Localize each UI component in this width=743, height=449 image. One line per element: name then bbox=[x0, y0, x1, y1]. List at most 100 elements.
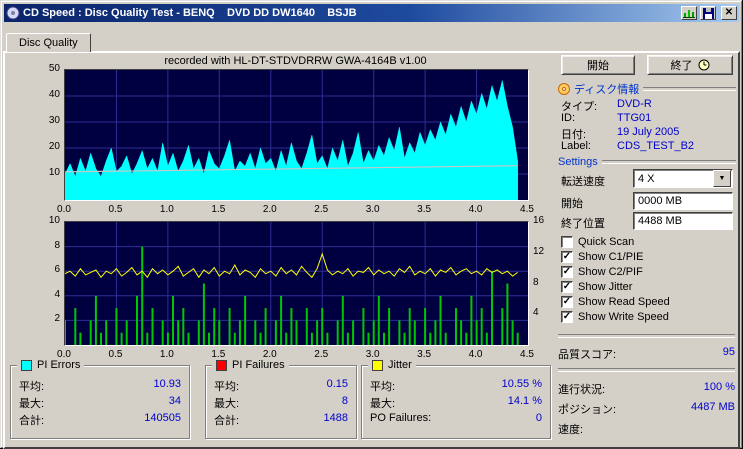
separator bbox=[558, 334, 735, 338]
disc-label-label: Label: bbox=[561, 140, 591, 152]
disc-info-icon bbox=[558, 83, 570, 95]
checkbox-box[interactable]: ✓ bbox=[561, 251, 573, 263]
y-axis-right-tick: 8 bbox=[533, 276, 539, 288]
position-row: ポジション: 4487 MB bbox=[558, 401, 735, 417]
stat-row: 最大: 34 bbox=[19, 395, 181, 412]
stat-value: 1488 bbox=[323, 412, 348, 424]
position-label: ポジション: bbox=[558, 404, 617, 416]
checkbox-show-jitter[interactable]: ✓ Show Jitter bbox=[561, 281, 632, 293]
y-axis-right-tick: 12 bbox=[533, 245, 545, 257]
x-axis-tick: 1.0 bbox=[159, 349, 174, 360]
stat-label: 平均: bbox=[370, 381, 396, 393]
exit-button-label: 終了 bbox=[670, 60, 693, 72]
pif-jitter-chart bbox=[64, 221, 529, 346]
y-axis-tick: 2 bbox=[54, 313, 60, 325]
pi-failures-legend-color bbox=[216, 359, 227, 371]
pi-errors-chart bbox=[64, 69, 529, 201]
start-position-label: 開始 bbox=[561, 198, 583, 210]
stat-row: 合計: 1488 bbox=[214, 412, 348, 429]
checkbox-box[interactable]: ✓ bbox=[561, 236, 573, 248]
checkbox-label: Quick Scan bbox=[578, 236, 635, 248]
y-axis-tick: 4 bbox=[54, 288, 60, 300]
pi-failures-box-title: PI Failures bbox=[212, 359, 289, 371]
x-axis-tick: 4.0 bbox=[468, 349, 483, 360]
save-icon-button[interactable] bbox=[700, 6, 716, 20]
disc-id-value: TTG01 bbox=[617, 112, 652, 124]
stat-value: 14.1 % bbox=[507, 395, 542, 407]
y-axis-tick: 6 bbox=[54, 264, 60, 276]
stat-label: 平均: bbox=[214, 381, 240, 393]
checkbox-box[interactable]: ✓ bbox=[561, 281, 573, 293]
tab-disc-quality[interactable]: Disc Quality bbox=[6, 33, 91, 52]
stat-row: 平均: 0.15 bbox=[214, 378, 348, 395]
y-axis-tick: 8 bbox=[54, 239, 60, 251]
stat-label: 平均: bbox=[19, 381, 45, 393]
checkbox-box[interactable]: ✓ bbox=[561, 311, 573, 323]
x-axis-tick: 4.0 bbox=[468, 204, 483, 215]
stat-row: 平均: 10.93 bbox=[19, 378, 181, 395]
checkbox-show-write-speed[interactable]: ✓ Show Write Speed bbox=[561, 311, 669, 323]
x-axis-tick: 0.5 bbox=[108, 349, 123, 360]
pi-errors-title-label: PI Errors bbox=[37, 359, 81, 371]
stat-value: 8 bbox=[341, 395, 348, 407]
pi-failures-box: PI Failures 平均: 0.15 最大: 8 合計: 1488 bbox=[205, 359, 357, 439]
y-axis-tick: 10 bbox=[48, 215, 60, 226]
end-position-label: 終了位置 bbox=[561, 218, 605, 230]
transfer-speed-label: 転送速度 bbox=[561, 176, 605, 188]
chart-icon-button[interactable] bbox=[681, 6, 697, 20]
titlebar: CD Speed : Disc Quality Test - BENQ DVD … bbox=[4, 4, 739, 22]
stat-value: 34 bbox=[168, 395, 181, 407]
settings-header-label: Settings bbox=[558, 156, 598, 168]
x-axis-tick: 3.5 bbox=[417, 204, 432, 215]
check-icon: ✓ bbox=[562, 251, 572, 262]
header-rule bbox=[601, 160, 736, 164]
stat-value: 0 bbox=[535, 412, 542, 424]
checkbox-box[interactable]: ✓ bbox=[561, 296, 573, 308]
checkbox-box[interactable]: ✓ bbox=[561, 266, 573, 278]
close-icon: ✕ bbox=[724, 7, 734, 18]
pi-errors-legend-color bbox=[21, 359, 32, 371]
transfer-speed-select[interactable]: 4 X ▼ bbox=[633, 169, 733, 188]
timer-icon bbox=[698, 59, 710, 71]
start-position-input[interactable]: 0000 MB bbox=[633, 192, 733, 210]
stat-value: 10.55 % bbox=[501, 378, 542, 390]
end-position-input[interactable]: 4488 MB bbox=[633, 212, 733, 230]
stat-value: 140505 bbox=[144, 412, 181, 424]
exit-button[interactable]: 終了 bbox=[647, 55, 733, 75]
disc-id-label: ID: bbox=[561, 112, 576, 124]
y-axis-right-tick: 16 bbox=[533, 215, 545, 226]
checkbox-show-read-speed[interactable]: ✓ Show Read Speed bbox=[561, 296, 670, 308]
disc-info-header: ディスク情報 bbox=[558, 81, 736, 97]
checkbox-show-c1-pie[interactable]: ✓ Show C1/PIE bbox=[561, 251, 643, 263]
x-axis-tick: 1.5 bbox=[211, 204, 226, 215]
stat-label: 合計: bbox=[214, 415, 240, 427]
check-icon: ✓ bbox=[562, 266, 572, 277]
start-button[interactable]: 開始 bbox=[561, 55, 635, 75]
close-button[interactable]: ✕ bbox=[721, 6, 737, 20]
tab-strip: Disc Quality bbox=[3, 33, 740, 52]
y-axis-tick: 40 bbox=[48, 89, 60, 100]
checkbox-show-c2-pif[interactable]: ✓ Show C2/PIF bbox=[561, 266, 643, 278]
progress-label: 進行状況: bbox=[558, 384, 606, 396]
checkbox-label: Show C1/PIE bbox=[578, 251, 644, 263]
jitter-title-label: Jitter bbox=[388, 359, 412, 371]
progress-value: 100 % bbox=[703, 381, 735, 393]
quality-score-label: 品質スコア: bbox=[558, 349, 617, 361]
app-icon bbox=[6, 6, 20, 20]
speed-label: 速度: bbox=[558, 424, 584, 436]
stat-label: PO Failures: bbox=[370, 412, 432, 424]
speed-row: 速度: bbox=[558, 421, 735, 437]
x-axis-tick: 3.0 bbox=[365, 204, 380, 215]
checkbox-quick-scan[interactable]: ✓ Quick Scan bbox=[561, 236, 634, 248]
x-axis-tick: 1.0 bbox=[159, 204, 174, 215]
stat-row: PO Failures: 0 bbox=[370, 412, 542, 429]
stat-value: 0.15 bbox=[326, 378, 348, 390]
check-icon: ✓ bbox=[562, 281, 572, 292]
x-axis-tick: 3.5 bbox=[417, 349, 432, 360]
disc-type-value: DVD-R bbox=[617, 98, 652, 110]
x-axis-tick: 4.5 bbox=[520, 204, 534, 215]
checkbox-label: Show Write Speed bbox=[578, 311, 669, 323]
chevron-down-icon[interactable]: ▼ bbox=[713, 170, 731, 187]
start-button-label: 開始 bbox=[587, 60, 609, 72]
disc-date-value: 19 July 2005 bbox=[617, 126, 680, 138]
